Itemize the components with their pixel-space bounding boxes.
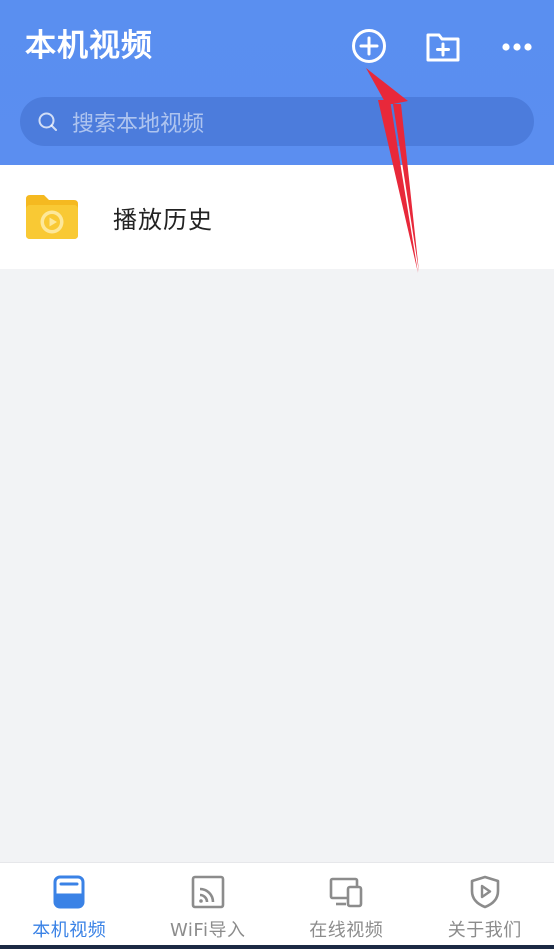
list-item-play-history[interactable]: 播放历史 xyxy=(0,165,554,269)
history-folder-icon xyxy=(24,193,80,241)
wifi-cast-icon xyxy=(191,875,225,909)
new-folder-button[interactable] xyxy=(421,24,465,68)
search-placeholder: 搜索本地视频 xyxy=(72,111,205,137)
nav-label: 关于我们 xyxy=(447,920,522,941)
nav-label: WiFi导入 xyxy=(170,920,246,941)
search-icon xyxy=(38,112,57,131)
more-dots-icon xyxy=(502,43,532,51)
devices-icon xyxy=(329,877,363,908)
folder-plus-icon xyxy=(426,33,460,62)
local-storage-icon xyxy=(53,875,85,909)
list-item-label: 播放历史 xyxy=(113,205,213,234)
nav-label: 本机视频 xyxy=(32,920,107,941)
nav-about-us[interactable]: 关于我们 xyxy=(416,863,554,949)
search-input[interactable]: 搜索本地视频 xyxy=(20,97,534,146)
nav-local-video[interactable]: 本机视频 xyxy=(0,863,139,949)
header-bar: 本机视频 搜索本地视频 xyxy=(0,0,554,165)
more-options-button[interactable] xyxy=(495,24,539,68)
shield-play-icon xyxy=(470,875,500,909)
video-folder-list: 播放历史 xyxy=(0,165,554,269)
page-title: 本机视频 xyxy=(25,28,153,64)
add-video-button[interactable] xyxy=(347,24,391,68)
system-nav-strip xyxy=(0,945,554,949)
nav-online-video[interactable]: 在线视频 xyxy=(277,863,416,949)
screen: 本机视频 搜索本地视频 播放历史 本机视频 WiFi导入 在线视频 关于我们 xyxy=(0,0,554,949)
nav-label: 在线视频 xyxy=(309,920,384,941)
bottom-nav: 本机视频 WiFi导入 在线视频 关于我们 xyxy=(0,862,554,949)
nav-wifi-import[interactable]: WiFi导入 xyxy=(139,863,278,949)
plus-circle-icon xyxy=(352,29,386,63)
